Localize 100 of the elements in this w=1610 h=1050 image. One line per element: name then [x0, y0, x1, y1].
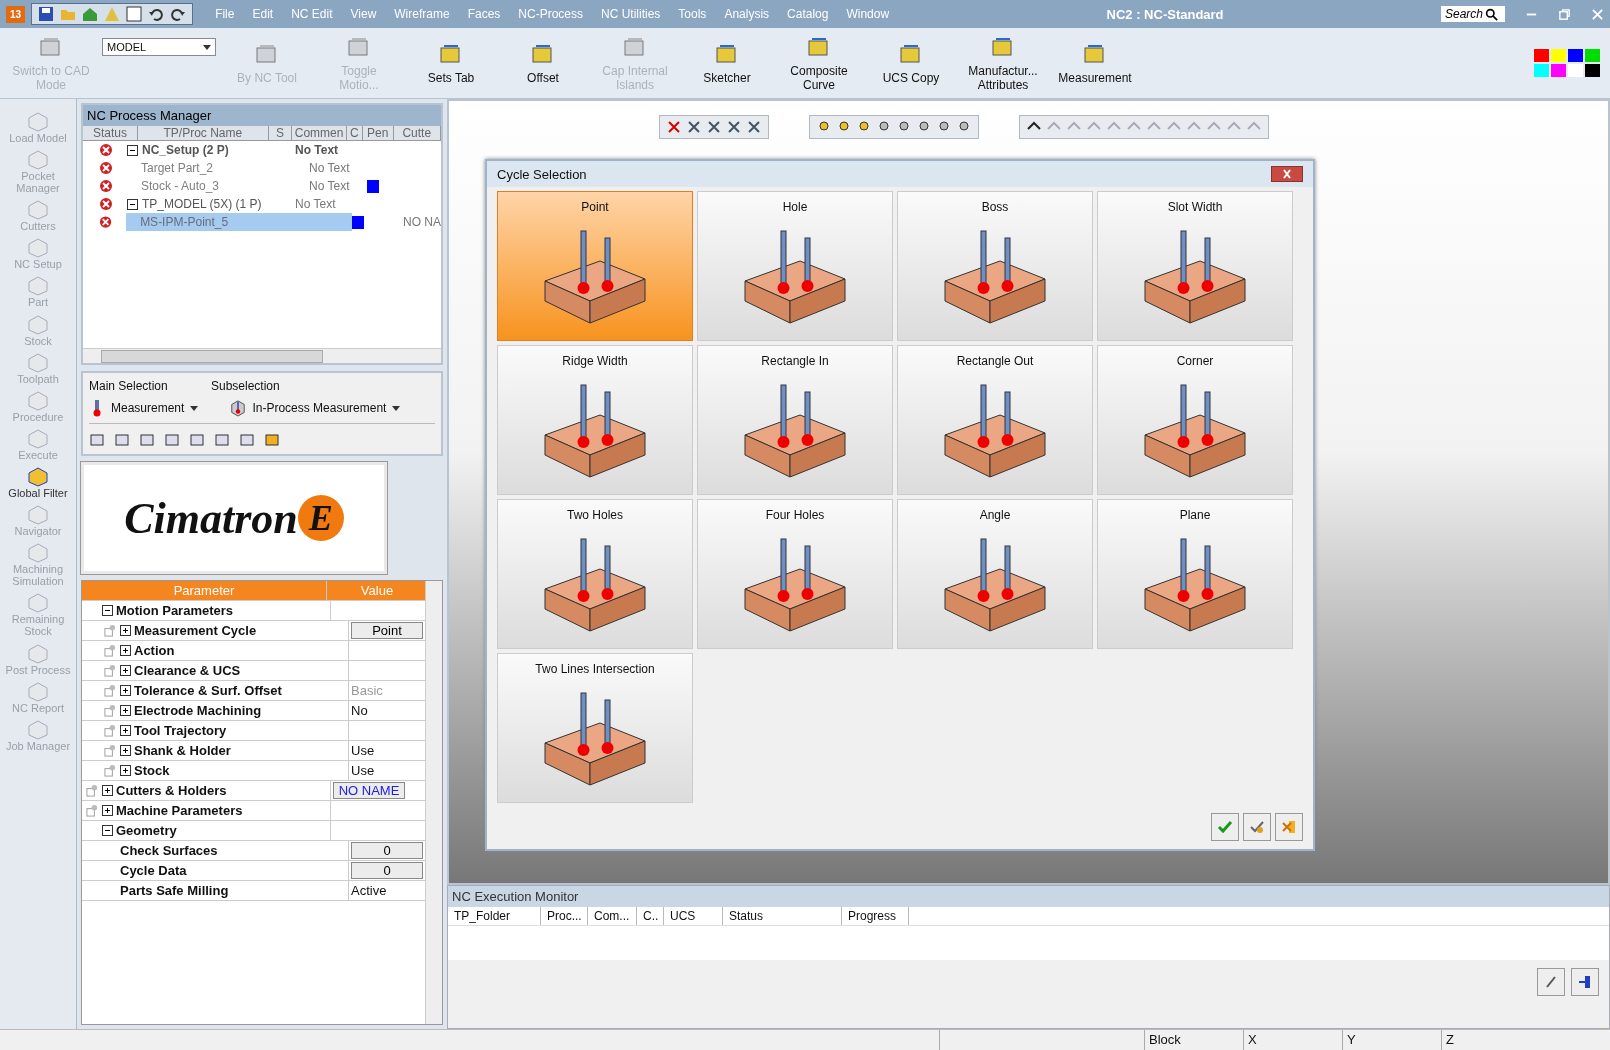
app-logo[interactable]: 13: [6, 5, 26, 23]
cycle-tile[interactable]: Two Lines Intersection: [497, 653, 693, 803]
cycle-tile[interactable]: Boss: [897, 191, 1093, 341]
menu-item[interactable]: Edit: [252, 7, 274, 21]
close-icon[interactable]: [1591, 7, 1604, 21]
tree-row[interactable]: NC_Setup (2 P) No Text: [83, 141, 441, 159]
cycle-tile[interactable]: Ridge Width: [497, 345, 693, 495]
save-icon[interactable]: [38, 6, 55, 22]
expand-toggle[interactable]: [120, 645, 131, 656]
ribbon-button[interactable]: Manufactur... Attributes: [962, 32, 1044, 94]
sidebar-button[interactable]: Global Filter: [1, 463, 75, 501]
menu-item[interactable]: File: [215, 7, 235, 21]
cycle-tile[interactable]: Four Holes: [697, 499, 893, 649]
tree-row[interactable]: MS-IPM-Point_5 NO NA: [83, 213, 441, 231]
ribbon-button[interactable]: Sets Tab: [410, 39, 492, 87]
column-header[interactable]: TP_Folder: [448, 907, 541, 925]
menu-item[interactable]: Window: [846, 7, 890, 21]
cycle-tile[interactable]: Slot Width: [1097, 191, 1293, 341]
scrollbar[interactable]: [425, 581, 442, 1024]
column-header[interactable]: C: [347, 126, 363, 140]
expand-toggle[interactable]: [120, 765, 131, 776]
undo-icon[interactable]: [148, 6, 165, 22]
expand-toggle[interactable]: [120, 705, 131, 716]
column-header[interactable]: S: [268, 126, 293, 140]
expand-toggle[interactable]: [102, 825, 113, 836]
cycle-tile[interactable]: Hole: [697, 191, 893, 341]
tree-row[interactable]: Stock - Auto_3 No Text: [83, 177, 441, 195]
value-button[interactable]: 0: [351, 842, 423, 859]
cycle-tile[interactable]: Angle: [897, 499, 1093, 649]
cycle-tile[interactable]: Two Holes: [497, 499, 693, 649]
ribbon-button[interactable]: Offset: [502, 39, 584, 87]
cycle-tile[interactable]: Plane: [1097, 499, 1293, 649]
menu-item[interactable]: Catalog: [787, 7, 829, 21]
menu-item[interactable]: View: [350, 7, 377, 21]
subselection-dropdown[interactable]: In-Process Measurement: [230, 399, 401, 417]
toolbar-icon[interactable]: [725, 119, 742, 135]
column-header[interactable]: Status: [83, 126, 138, 140]
column-header[interactable]: Com...: [588, 907, 637, 925]
scrollbar[interactable]: [83, 348, 441, 363]
color-swatch[interactable]: [1534, 64, 1549, 77]
model-dropdown[interactable]: MODEL: [102, 38, 216, 56]
close-button[interactable]: [1271, 166, 1303, 182]
tool-button[interactable]: [1537, 968, 1565, 996]
menu-item[interactable]: Tools: [678, 7, 707, 21]
expand-toggle[interactable]: [120, 685, 131, 696]
cutter-button[interactable]: NO NAME: [333, 782, 405, 799]
collapse-toggle[interactable]: [127, 144, 138, 156]
column-header[interactable]: Proc...: [541, 907, 588, 925]
expand-toggle[interactable]: [120, 665, 131, 676]
value-button[interactable]: 0: [351, 862, 423, 879]
expand-toggle[interactable]: [102, 605, 113, 616]
house-icon[interactable]: [82, 6, 99, 22]
apply-button[interactable]: [1243, 813, 1271, 841]
ribbon-button[interactable]: Composite Curve: [778, 32, 860, 94]
cycle-tile[interactable]: Rectangle Out: [897, 345, 1093, 495]
color-swatch[interactable]: [1551, 64, 1566, 77]
color-swatch[interactable]: [1585, 49, 1600, 62]
color-swatch[interactable]: [1568, 64, 1583, 77]
ribbon-button[interactable]: Sketcher: [686, 39, 768, 87]
menu-item[interactable]: NC-Process: [518, 7, 583, 21]
menu-item[interactable]: NC Edit: [291, 7, 333, 21]
exit-button[interactable]: [1571, 968, 1599, 996]
expand-toggle[interactable]: [120, 725, 131, 736]
menu-item[interactable]: NC Utilities: [601, 7, 661, 21]
ribbon-button[interactable]: UCS Copy: [870, 39, 952, 87]
toolbar-icon[interactable]: [685, 119, 702, 135]
cycle-tile[interactable]: Point: [497, 191, 693, 341]
toolbar-icon[interactable]: [745, 119, 762, 135]
column-header[interactable]: Status: [723, 907, 842, 925]
color-swatch[interactable]: [1568, 49, 1583, 62]
column-header[interactable]: Pen: [362, 126, 394, 140]
cycle-tile[interactable]: Corner: [1097, 345, 1293, 495]
column-header[interactable]: UCS: [664, 907, 723, 925]
column-header[interactable]: Progress: [842, 907, 909, 925]
expand-toggle[interactable]: [102, 785, 113, 796]
expand-toggle[interactable]: [120, 745, 131, 756]
restore-icon[interactable]: [1558, 7, 1571, 21]
column-header[interactable]: C..: [637, 907, 664, 925]
menu-item[interactable]: Analysis: [724, 7, 770, 21]
cycle-tile[interactable]: Rectangle In: [697, 345, 893, 495]
color-swatch[interactable]: [1534, 49, 1549, 62]
color-swatch[interactable]: [1585, 64, 1600, 77]
expand-toggle[interactable]: [120, 625, 131, 636]
expand-toggle[interactable]: [102, 805, 113, 816]
collapse-toggle[interactable]: [127, 198, 138, 210]
toolbar-icon[interactable]: [705, 119, 722, 135]
search-field[interactable]: Search: [1441, 6, 1505, 22]
column-header[interactable]: Commen: [292, 126, 347, 140]
color-swatch[interactable]: [1551, 49, 1566, 62]
column-header[interactable]: Cutte: [393, 126, 441, 140]
ribbon-button[interactable]: Measurement: [1054, 39, 1136, 87]
main-selection-dropdown[interactable]: Measurement: [89, 399, 199, 417]
confirm-button[interactable]: [1211, 813, 1239, 841]
value-button[interactable]: Point: [351, 622, 423, 639]
tree-row[interactable]: TP_MODEL (5X) (1 P) No Text: [83, 195, 441, 213]
menu-item[interactable]: Wireframe: [394, 7, 450, 21]
menu-item[interactable]: Faces: [467, 7, 501, 21]
column-header[interactable]: TP/Proc Name: [137, 126, 269, 140]
redo-icon[interactable]: [170, 6, 187, 22]
tree-row[interactable]: Target Part_2 No Text: [83, 159, 441, 177]
